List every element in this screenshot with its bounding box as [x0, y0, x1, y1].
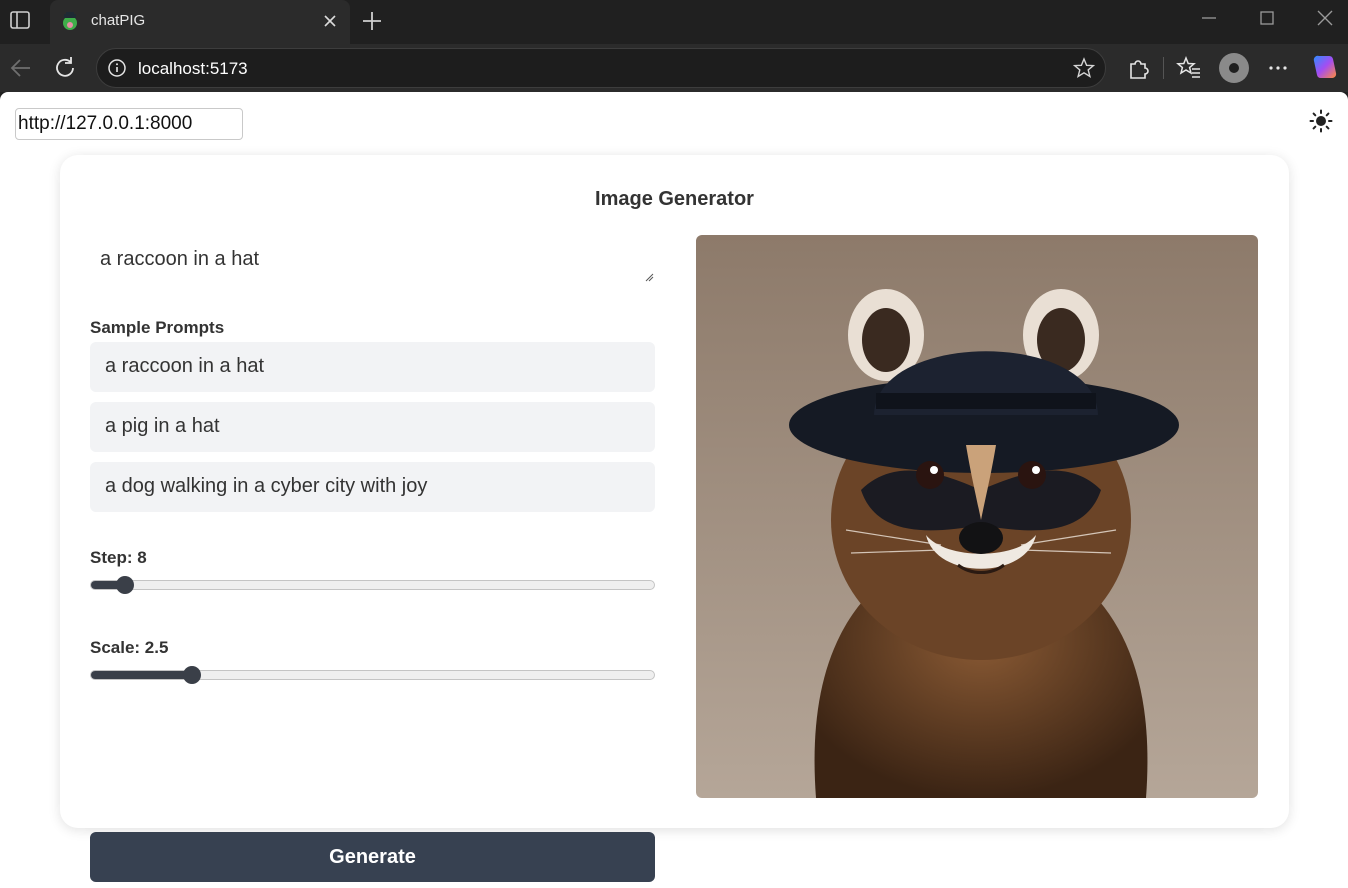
scale-slider-thumb[interactable]: [183, 666, 202, 684]
generated-image: [696, 235, 1258, 798]
sun-theme-toggle-icon[interactable]: [1309, 109, 1333, 133]
generator-card: Image Generator Sample Prompts a raccoon…: [60, 155, 1289, 882]
step-slider-thumb[interactable]: [115, 576, 134, 594]
back-icon[interactable]: [8, 55, 34, 81]
copilot-icon[interactable]: [1311, 53, 1339, 81]
sample-prompts-label: Sample Prompts: [90, 318, 225, 337]
sample-prompt-2[interactable]: a pig in a hat: [90, 402, 655, 452]
browser-tab[interactable]: chatPIG: [50, 0, 350, 44]
minimize-icon[interactable]: [1197, 6, 1221, 30]
close-window-icon[interactable]: [1313, 6, 1337, 30]
page-title: Image Generator: [595, 188, 754, 210]
browser-toolbar: localhost:5173: [0, 44, 1348, 92]
browser-tab-bar: chatPIG: [0, 0, 1348, 44]
pig-favicon-icon: [63, 12, 77, 30]
sample-prompt-1[interactable]: a raccoon in a hat: [90, 342, 655, 392]
api-url-input[interactable]: [15, 108, 243, 140]
prompt-textarea[interactable]: [90, 235, 655, 287]
favorite-star-icon[interactable]: [1073, 57, 1095, 79]
generate-button[interactable]: Generate: [90, 832, 655, 882]
toolbar-separator: [1163, 57, 1164, 79]
favorites-icon[interactable]: [1176, 55, 1202, 81]
step-slider[interactable]: [90, 576, 655, 594]
profile-avatar[interactable]: [1219, 53, 1249, 83]
tab-title: chatPIG: [91, 12, 146, 29]
step-label: Step: 8: [90, 548, 147, 567]
new-tab-icon[interactable]: [360, 9, 384, 33]
sample-prompt-3[interactable]: a dog walking in a cyber city with joy: [90, 462, 655, 512]
scale-slider[interactable]: [90, 666, 655, 684]
maximize-icon[interactable]: [1255, 6, 1279, 30]
page-viewport: Image Generator Sample Prompts a raccoon…: [0, 92, 1348, 888]
scale-slider-fill: [91, 671, 193, 679]
close-tab-icon[interactable]: [320, 11, 340, 31]
resize-grip-icon[interactable]: [644, 272, 654, 282]
scale-label: Scale: 2.5: [90, 638, 169, 657]
tab-actions-icon[interactable]: [8, 8, 32, 32]
address-bar[interactable]: localhost:5173: [96, 48, 1106, 88]
site-info-icon[interactable]: [107, 58, 127, 78]
more-options-icon[interactable]: [1265, 55, 1291, 81]
url-text: localhost:5173: [138, 59, 248, 78]
extensions-icon[interactable]: [1125, 55, 1151, 81]
reload-icon[interactable]: [52, 55, 78, 81]
